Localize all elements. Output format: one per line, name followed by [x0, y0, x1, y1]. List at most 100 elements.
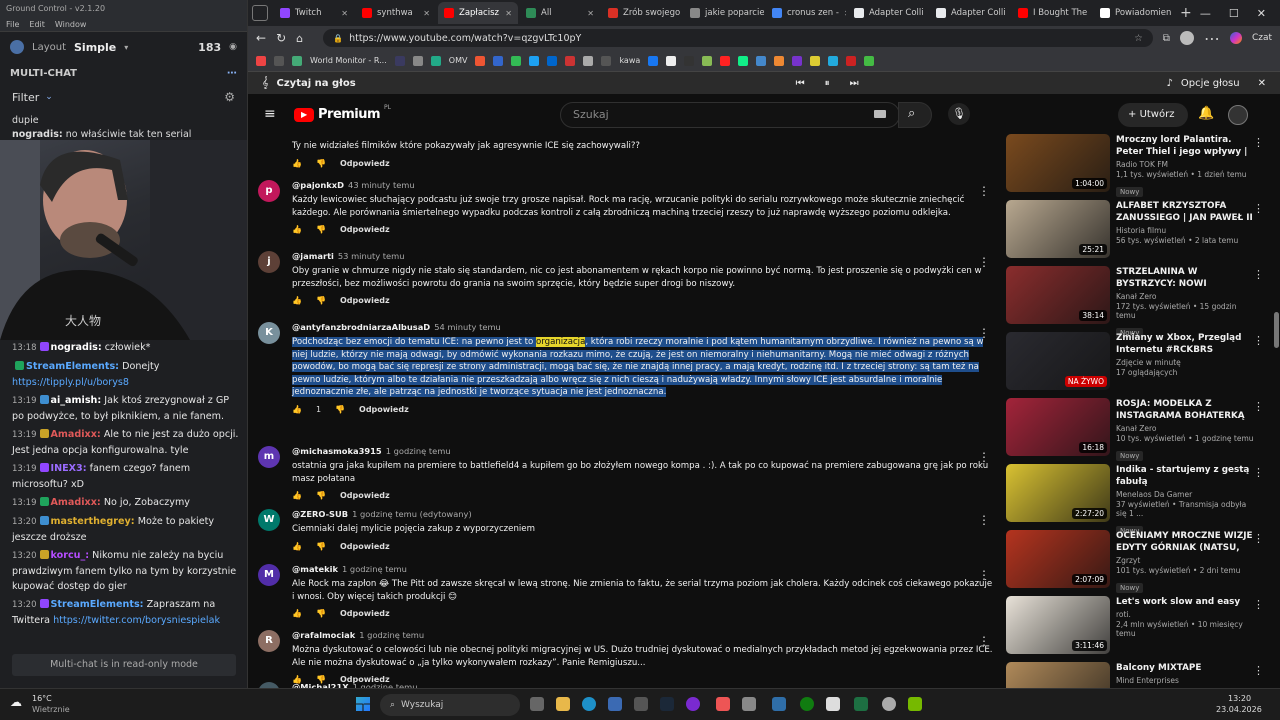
tab-3[interactable]: All ✕	[520, 2, 600, 24]
more-icon[interactable]: ⋯	[1204, 29, 1220, 48]
comment-time[interactable]: 1 godzinę temu	[386, 446, 451, 456]
youtube-logo-text[interactable]: Premium	[318, 107, 381, 122]
tab-7[interactable]: Adapter Colli✕	[848, 2, 928, 24]
bookmark-icon[interactable]	[475, 55, 486, 66]
bookmark-icon[interactable]	[756, 55, 767, 66]
tab-close-icon[interactable]: ✕	[423, 9, 430, 18]
taskbar-search[interactable]: ⌕ Wyszukaj	[380, 694, 520, 716]
comment-author[interactable]: @pajonkxD	[292, 180, 344, 190]
tray-date[interactable]: 23.04.2026	[1216, 705, 1262, 714]
chat-button[interactable]: Czat	[1252, 33, 1272, 43]
app-icon[interactable]	[882, 697, 896, 711]
bookmark-icon[interactable]	[511, 55, 522, 66]
chat-username[interactable]: Amadixx:	[51, 497, 101, 508]
chevron-down-icon[interactable]: ▾	[124, 43, 128, 52]
pause-icon[interactable]: ⏸	[825, 78, 830, 89]
recommendation[interactable]: 1:04:00 Mroczny lord Palantira. Peter Thi…	[1006, 134, 1270, 197]
chevron-down-icon[interactable]: ⌄	[45, 92, 53, 102]
bookmark-icon[interactable]	[493, 55, 504, 66]
comment-avatar[interactable]: j	[258, 251, 280, 273]
tab-close-icon[interactable]: ✕	[587, 9, 594, 18]
comment-author[interactable]: @ZERO-SUB	[292, 509, 348, 519]
notifications-icon[interactable]: 🔔	[1198, 106, 1214, 121]
channel-name[interactable]: Radio TOK FM	[1116, 160, 1256, 169]
avatar-icon[interactable]	[10, 40, 24, 54]
channel-name[interactable]: Mind Enterprises	[1116, 676, 1256, 685]
start-icon[interactable]	[356, 697, 370, 711]
close-icon[interactable]: ✕	[1257, 7, 1266, 20]
video-thumbnail[interactable]: NA ŻYWO	[1006, 332, 1110, 390]
dislike-icon[interactable]: 👎	[316, 491, 326, 500]
search-input[interactable]: Szukaj	[560, 102, 900, 128]
dislike-icon[interactable]: 👎	[316, 296, 326, 305]
comment-time[interactable]: 43 minuty temu	[348, 180, 415, 190]
bookmark-icon[interactable]	[846, 55, 857, 66]
bookmark-icon[interactable]	[738, 55, 749, 66]
tray-time[interactable]: 13:20	[1228, 694, 1251, 703]
tab-close-icon[interactable]: ✕	[505, 9, 512, 18]
channel-name[interactable]: Menelaos Da Gamer	[1116, 490, 1256, 499]
video-title[interactable]: STRZELANINA W BYSTRZYCY: NOWI ŚWIADKOWIE…	[1116, 266, 1256, 290]
menu-icon[interactable]: ≡	[264, 106, 276, 122]
tab-close-icon[interactable]: ✕	[844, 9, 846, 18]
bookmark-icon[interactable]	[792, 55, 803, 66]
comment-avatar[interactable]: R	[258, 630, 280, 652]
recommendation[interactable]: NA ŻYWO Zmiany w Xbox, Przegląd Internetu…	[1006, 332, 1270, 394]
reply-button[interactable]: Odpowiedz	[340, 159, 390, 168]
file-explorer-icon[interactable]	[556, 697, 570, 711]
more-icon[interactable]: ⋮	[978, 326, 990, 340]
video-thumbnail[interactable]: 2:27:20	[1006, 464, 1110, 522]
like-icon[interactable]: 👍	[292, 159, 302, 168]
bookmark-icon[interactable]	[394, 55, 405, 66]
recommendation[interactable]: 2:27:20 Indika - startujemy z gestą fabuł…	[1006, 464, 1270, 536]
voice-options-button[interactable]: Opcje głosu	[1181, 78, 1240, 89]
copilot-icon[interactable]	[1229, 32, 1242, 44]
channel-name[interactable]: Kanał Zero	[1116, 424, 1256, 433]
dislike-icon[interactable]: 👎	[335, 405, 345, 414]
chat-username[interactable]: INEX3:	[51, 463, 87, 474]
more-icon[interactable]: ⋮	[978, 568, 990, 582]
menu-edit[interactable]: Edit	[29, 20, 45, 29]
video-thumbnail[interactable]	[1006, 662, 1110, 688]
channel-avatar[interactable]	[1228, 105, 1248, 125]
back-icon[interactable]: ←	[256, 31, 266, 45]
reply-button[interactable]: Odpowiedz	[340, 225, 390, 234]
chat-link[interactable]: https://tipply.pl/u/borys8	[12, 377, 129, 388]
chat-username[interactable]: nogradis:	[51, 342, 102, 353]
like-icon[interactable]: 👍	[292, 609, 302, 618]
home-icon[interactable]: ⌂	[296, 32, 303, 45]
more-icon[interactable]: ⋮	[978, 450, 990, 464]
comment-avatar[interactable]: m	[258, 446, 280, 468]
video-thumbnail[interactable]: 3:11:46	[1006, 596, 1110, 654]
recommendation[interactable]: 3:11:46 Let's work slow and easy roti. 2,4 …	[1006, 596, 1270, 658]
more-icon[interactable]: ⋮	[1253, 202, 1264, 215]
video-thumbnail[interactable]: 1:04:00	[1006, 134, 1110, 192]
tab-10[interactable]: Powiadomien✕	[1094, 2, 1174, 24]
chat-username[interactable]: StreamElements:	[26, 361, 119, 372]
tab-1[interactable]: synthwa ✕	[356, 2, 436, 24]
tab-2[interactable]: Zapłacisz ✕	[438, 2, 518, 24]
channel-name[interactable]: Zgrzyt	[1116, 556, 1256, 565]
maps-icon[interactable]	[716, 697, 730, 711]
comment-time[interactable]: 1 godzinę temu (edytowany)	[352, 509, 472, 519]
chat-username[interactable]: StreamElements:	[51, 599, 144, 610]
close-icon[interactable]: ✕	[1258, 78, 1266, 89]
bookmark-icon[interactable]	[684, 55, 695, 66]
channel-name[interactable]: Zdjęcie w minutę	[1116, 358, 1256, 367]
more-icon[interactable]: ⋯	[227, 68, 237, 79]
star-icon[interactable]: ☆	[1134, 33, 1143, 44]
like-icon[interactable]: 👍	[292, 296, 302, 305]
chat-username[interactable]: ai_amish:	[51, 395, 102, 406]
chat-username[interactable]: masterthegrey:	[51, 516, 135, 527]
more-icon[interactable]: ⋮	[978, 513, 990, 527]
reply-button[interactable]: Odpowiedz	[340, 296, 390, 305]
comment-author[interactable]: @michasmoka3915	[292, 446, 382, 456]
more-icon[interactable]: ⋮	[978, 184, 990, 198]
steam-icon[interactable]	[660, 697, 674, 711]
comment-author[interactable]: @antyfanzbrodniarzaAlbusaD	[292, 322, 430, 332]
video-thumbnail[interactable]: 2:07:09	[1006, 530, 1110, 588]
app-icon[interactable]	[772, 697, 786, 711]
bookmark-icon[interactable]	[774, 55, 785, 66]
tab-0[interactable]: Twitch ✕	[274, 2, 354, 24]
tab-8[interactable]: Adapter Colli✕	[930, 2, 1010, 24]
